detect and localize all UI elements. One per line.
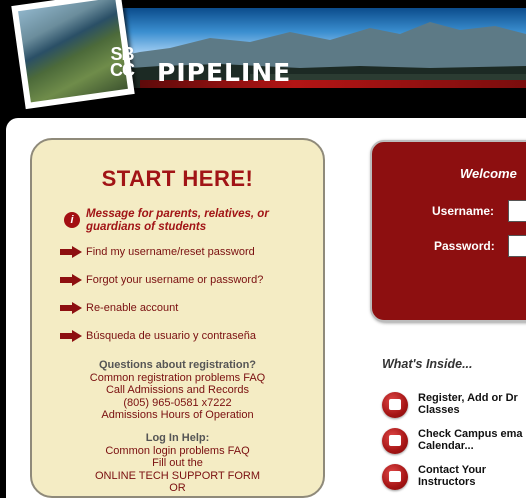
item-line2: Calendar... xyxy=(418,440,474,452)
login-faq-link[interactable]: Common login problems FAQ xyxy=(32,445,323,458)
arrow-right-icon xyxy=(60,246,82,258)
checkbox-icon xyxy=(382,392,408,418)
find-username-link[interactable]: Find my username/reset password xyxy=(60,244,310,260)
item-line2: Instructors xyxy=(418,476,476,488)
item-line2: Classes xyxy=(418,404,460,416)
link-text[interactable]: Re-enable account xyxy=(86,300,178,316)
username-input[interactable] xyxy=(508,200,526,222)
admissions-hours-link[interactable]: Admissions Hours of Operation xyxy=(32,409,323,422)
site-title: PIPELINE xyxy=(157,58,292,87)
envelope-icon xyxy=(382,428,408,454)
tech-support-form-link[interactable]: ONLINE TECH SUPPORT FORM xyxy=(32,470,323,483)
registration-faq-link[interactable]: Common registration problems FAQ xyxy=(32,372,323,385)
sbcc-logo[interactable]: SB CC xyxy=(96,45,148,80)
info-icon: i xyxy=(64,212,80,228)
arrow-right-icon xyxy=(60,302,82,314)
campus-email-text[interactable]: Check Campus ema Calendar... xyxy=(418,428,523,452)
call-admissions-text: Call Admissions and Records xyxy=(105,384,250,396)
login-help-heading: Log In Help: xyxy=(145,432,210,444)
start-here-panel: START HERE! i Message for parents, relat… xyxy=(30,138,325,498)
arrow-right-icon xyxy=(60,330,82,342)
link-text[interactable]: Forgot your username or password? xyxy=(86,272,263,288)
parents-message-text[interactable]: Message for parents, relatives, or guard… xyxy=(86,208,306,234)
site-header: SB CC PIPELINE xyxy=(0,0,526,112)
item-line1: Contact Your xyxy=(418,464,487,476)
register-classes-text[interactable]: Register, Add or Dr Classes xyxy=(418,392,518,416)
register-classes-item[interactable]: Register, Add or Dr Classes xyxy=(382,392,526,422)
arrow-right-icon xyxy=(60,274,82,286)
registration-heading: Questions about registration? xyxy=(98,359,257,371)
logo-line2: CC xyxy=(110,60,135,80)
login-panel: Welcome Username: Password: xyxy=(370,140,526,322)
start-here-heading: START HERE! xyxy=(101,166,254,191)
contact-instructors-text[interactable]: Contact Your Instructors xyxy=(418,464,486,488)
fill-out-text: Fill out the xyxy=(152,457,203,469)
item-line1: Check Campus ema xyxy=(418,428,523,440)
link-text[interactable]: Búsqueda de usuario y contraseña xyxy=(86,328,256,344)
welcome-heading: Welcome xyxy=(460,166,517,181)
busqueda-link[interactable]: Búsqueda de usuario y contraseña xyxy=(60,328,310,344)
password-label: Password: xyxy=(434,239,495,253)
forgot-username-link[interactable]: Forgot your username or password? xyxy=(60,272,310,288)
reenable-account-link[interactable]: Re-enable account xyxy=(60,300,310,316)
username-label: Username: xyxy=(432,204,495,218)
item-line1: Register, Add or Dr xyxy=(418,392,518,404)
password-input[interactable] xyxy=(508,235,526,257)
registration-help-block: Questions about registration? Common reg… xyxy=(32,359,323,422)
apple-icon xyxy=(382,464,408,490)
whats-inside-heading: What's Inside... xyxy=(382,357,473,371)
login-help-block: Log In Help: Common login problems FAQ F… xyxy=(32,432,323,495)
link-text[interactable]: Find my username/reset password xyxy=(86,244,255,260)
phone-number: (805) 965-0581 x7222 xyxy=(123,396,232,409)
campus-email-item[interactable]: Check Campus ema Calendar... xyxy=(382,428,526,458)
contact-instructors-item[interactable]: Contact Your Instructors xyxy=(382,464,526,494)
